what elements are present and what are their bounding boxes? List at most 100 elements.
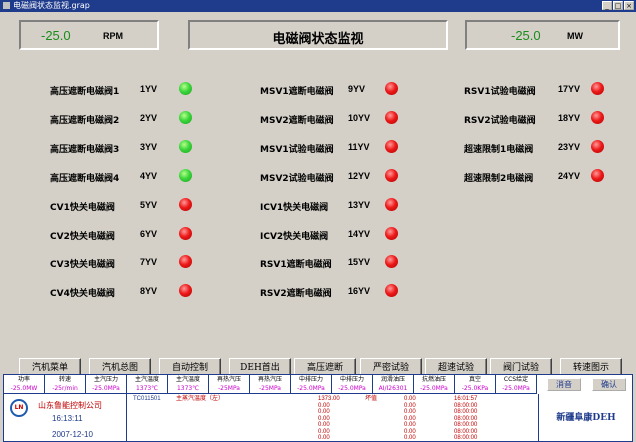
valve-code: 14YV: [348, 228, 371, 239]
alarm-list[interactable]: TC011501 主蒸汽温度（左） 坏值 1373.00 0.00 0.00 0.00…: [128, 394, 539, 442]
valve-label: 超速限制1电磁阀: [464, 144, 534, 155]
window-titlebar: 电磁阀状态监视.grap _ □ ×: [0, 0, 636, 12]
power-display: -25.0 MW: [465, 20, 620, 50]
parameter-cell: 再热汽压 -25MPa: [209, 375, 250, 394]
parameter-cell: CCS给定 -25.0MPa: [496, 375, 537, 394]
valve-status-indicator: [385, 255, 398, 269]
valve-status-indicator: [591, 110, 604, 124]
valve-label: MSV1遮断电磁阀: [260, 87, 334, 97]
valve-status-indicator: [385, 82, 398, 95]
parameter-cell: 主汽温度 1373℃: [127, 375, 168, 394]
alarm-cell: 0.00: [318, 435, 330, 441]
valve-code: 10YV: [348, 112, 371, 123]
valve-label: RSV1遮断电磁阀: [260, 260, 332, 271]
valve-code: 6YV: [140, 228, 158, 239]
valve-code: 12YV: [348, 170, 371, 181]
valve-label: ICV1快关电磁阀: [260, 202, 329, 213]
valve-status-indicator: [385, 139, 398, 153]
parameter-name: 抗燃油压: [421, 376, 446, 383]
parameter-cell: 转速 -25r/min: [45, 375, 86, 394]
valve-code: 3YV: [140, 141, 158, 152]
maximize-button[interactable]: □: [613, 1, 623, 10]
power-unit: MW: [567, 31, 583, 41]
window-title: 电磁阀状态监视.grap: [13, 1, 90, 10]
parameter-cell: 再热汽压 -25MPa: [250, 375, 291, 394]
parameter-name: 主汽压力: [93, 376, 118, 383]
valve-label: MSV2试验电磁阀: [260, 173, 334, 184]
valve-status-indicator: [179, 82, 192, 95]
valve-status-indicator: [385, 168, 398, 182]
valve-code: 7YV: [140, 257, 158, 268]
parameter-name: 再热汽压: [216, 376, 241, 383]
parameter-value: 1373℃: [135, 385, 158, 392]
parameter-value: 1373℃: [176, 385, 199, 392]
parameter-cell: 主汽压力 -25.0MPa: [86, 375, 127, 394]
valve-label: 高压遮断电磁阀1: [50, 87, 120, 97]
valve-code: 1YV: [140, 84, 158, 94]
valve-label: 超速限制2电磁阀: [464, 173, 534, 184]
valve-code: 24YV: [558, 170, 581, 181]
confirm-button[interactable]: 确认: [592, 378, 626, 391]
valve-code: 4YV: [140, 170, 158, 181]
valve-status-indicator: [385, 197, 398, 211]
alarm-cell: 0.00: [404, 435, 416, 441]
parameter-cell: 真空 -25.0KPa: [455, 375, 496, 394]
valve-status-indicator: [591, 168, 604, 182]
parameter-value: -25.0MPa: [338, 385, 366, 392]
parameter-name: 主汽温度: [175, 376, 200, 383]
valve-status-indicator: [385, 226, 398, 240]
parameter-value: -25.0MPa: [92, 385, 120, 392]
parameter-name: 中排压力: [298, 376, 323, 383]
parameter-name: 润滑油压: [380, 376, 405, 383]
valve-code: 17YV: [558, 84, 581, 94]
valve-status-indicator: [179, 139, 192, 153]
alarm-id: TC011501: [133, 396, 161, 402]
parameter-value: -25.0MPa: [420, 385, 448, 392]
parameter-value: -25MPa: [217, 385, 240, 392]
parameter-value: -25r/min: [52, 385, 78, 392]
alarm-status: 坏值: [365, 396, 378, 402]
parameter-cell: 功率 -25.0MW: [4, 375, 45, 394]
speed-display: -25.0 RPM: [19, 20, 159, 50]
parameter-name: CCS给定: [503, 376, 529, 383]
valve-label: 高压遮断电磁阀2: [50, 115, 120, 126]
parameter-name: 再热汽压: [257, 376, 282, 383]
current-date: 2007-12-10: [52, 430, 93, 439]
parameter-name: 功率: [17, 376, 30, 383]
main-client-area: -25.0 RPM 电磁阀状态监视 -25.0 MW 高压遮断电磁阀1 1YV 高压…: [2, 12, 634, 442]
valve-label: CV1快关电磁阀: [50, 202, 115, 213]
close-button[interactable]: ×: [624, 1, 634, 10]
valve-label: CV4快关电磁阀: [50, 289, 115, 300]
minimize-button[interactable]: _: [602, 1, 612, 10]
title-panel: 电磁阀状态监视: [188, 20, 448, 50]
status-bar: 功率 -25.0MW 转速 -25r/min 主汽压力 -25.0MPa 主汽温度 1373℃…: [3, 374, 633, 442]
valve-code: 23YV: [558, 141, 581, 152]
valve-label: CV2快关电磁阀: [50, 231, 115, 242]
parameter-value: AI/I26301: [378, 385, 408, 392]
speed-value: -25.0: [41, 28, 71, 43]
parameter-value: -25.0MW: [10, 385, 38, 392]
valve-label: RSV1试验电磁阀: [464, 87, 536, 97]
parameter-cell: 抗燃油压 -25.0MPa: [414, 375, 455, 394]
valve-code: 16YV: [348, 286, 371, 297]
valve-label: MSV2遮断电磁阀: [260, 115, 334, 126]
valve-code: 15YV: [348, 257, 371, 268]
parameter-value: -25.0MPa: [297, 385, 325, 392]
power-value: -25.0: [511, 28, 541, 43]
valve-status-indicator: [591, 82, 604, 95]
current-time: 16:13:11: [52, 414, 83, 423]
alarm-description: 主蒸汽温度（左）: [176, 396, 225, 402]
company-panel: LN 山东鲁能控制公司 16:13:11 2007-12-10: [4, 394, 127, 442]
brand-label: 新疆阜康DEH: [556, 413, 616, 423]
company-logo: LN: [10, 399, 28, 417]
parameter-value: -25.0MPa: [502, 385, 530, 392]
valve-status-indicator: [179, 284, 192, 298]
valve-status-indicator: [179, 197, 192, 211]
parameter-cell: 中排压力 -25.0MPa: [332, 375, 373, 394]
valve-label: CV3快关电磁阀: [50, 260, 115, 271]
valve-status-indicator: [179, 255, 192, 269]
company-name: 山东鲁能控制公司: [38, 401, 102, 410]
silence-button[interactable]: 消音: [547, 378, 581, 391]
valve-status-indicator: [179, 226, 192, 240]
valve-code: 13YV: [348, 199, 371, 210]
